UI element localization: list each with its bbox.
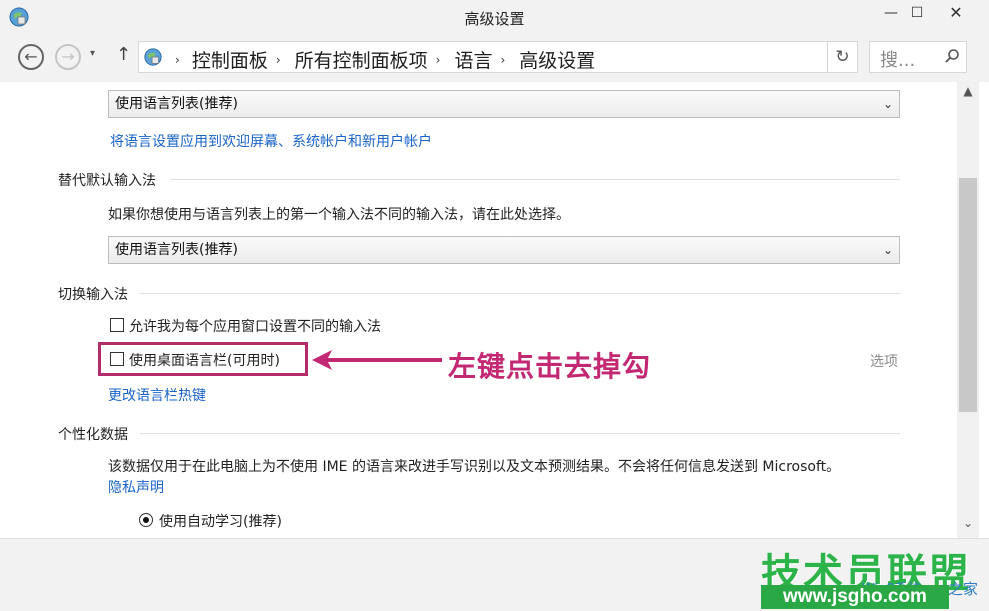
default-input-method-select[interactable]: 使用语言列表(推荐) ⌄ xyxy=(108,236,900,264)
refresh-button[interactable]: ↻ xyxy=(828,41,858,73)
watermark-suffix: 之家 xyxy=(948,580,979,598)
welcome-screen-language-select[interactable]: 使用语言列表(推荐) ⌄ xyxy=(108,90,900,118)
select-value: 使用语言列表(推荐) xyxy=(115,242,238,258)
address-bar[interactable]: › 控制面板 › 所有控制面板项 › 语言 › 高级设置 ⌄ xyxy=(138,41,956,73)
breadcrumb-advanced-settings[interactable]: 高级设置 xyxy=(519,46,595,73)
apply-to-welcome-screen-link[interactable]: 将语言设置应用到欢迎屏幕、系统帐户和新用户帐户 xyxy=(110,131,432,151)
auto-learning-label[interactable]: 使用自动学习(推荐) xyxy=(159,511,282,531)
per-app-input-checkbox[interactable] xyxy=(110,318,124,332)
annotation-text: 左键点击去掉勾 xyxy=(448,350,652,383)
change-language-bar-hotkeys-link[interactable]: 更改语言栏热键 xyxy=(108,385,206,405)
up-button[interactable]: ↑ xyxy=(116,44,131,65)
section-divider xyxy=(170,179,900,180)
search-icon[interactable] xyxy=(944,48,960,64)
language-bar-options-link[interactable]: 选项 xyxy=(870,351,898,371)
section-divider xyxy=(140,433,900,434)
control-panel-icon xyxy=(144,48,162,66)
close-button[interactable]: ✕ xyxy=(930,2,982,26)
maximize-button[interactable]: ☐ xyxy=(902,2,932,26)
personalization-data-heading: 个性化数据 xyxy=(58,427,128,443)
back-button[interactable]: ← xyxy=(18,44,44,70)
privacy-statement-link[interactable]: 隐私声明 xyxy=(108,477,164,497)
navigation-toolbar: ← → ▾ ↑ › 控制面板 › 所有控制面板项 › 语言 › 高级设置 ⌄ ↻… xyxy=(0,34,989,82)
watermark-url: www.jsgho.com xyxy=(761,585,949,609)
breadcrumb-chevron-icon[interactable]: › xyxy=(436,53,441,67)
select-value: 使用语言列表(推荐) xyxy=(115,96,238,112)
scroll-down-icon[interactable]: ⌄ xyxy=(957,516,979,530)
breadcrumb-chevron-icon[interactable]: › xyxy=(276,53,281,67)
breadcrumb: › 控制面板 › 所有控制面板项 › 语言 › 高级设置 xyxy=(173,46,601,73)
title-bar: 高级设置 — ☐ ✕ xyxy=(0,0,989,34)
chevron-down-icon: ⌄ xyxy=(882,243,893,257)
breadcrumb-all-control-panel-items[interactable]: 所有控制面板项 xyxy=(295,46,428,73)
breadcrumb-language[interactable]: 语言 xyxy=(454,46,492,73)
auto-learning-radio[interactable] xyxy=(139,513,153,527)
desktop-language-bar-label[interactable]: 使用桌面语言栏(可用时) xyxy=(129,350,280,370)
scroll-up-icon[interactable]: ▲ xyxy=(957,84,979,98)
settings-content: 使用语言列表(推荐) ⌄ 将语言设置应用到欢迎屏幕、系统帐户和新用户帐户 替代默… xyxy=(0,82,957,538)
search-placeholder[interactable]: 搜... xyxy=(880,46,915,72)
forward-button[interactable]: → xyxy=(55,44,81,70)
window-title: 高级设置 xyxy=(464,10,525,28)
annotation-arrow-icon xyxy=(312,350,442,370)
scrollbar-thumb[interactable] xyxy=(959,178,977,412)
switch-input-method-heading: 切换输入法 xyxy=(58,287,128,303)
desktop-language-bar-checkbox[interactable] xyxy=(110,352,124,366)
breadcrumb-chevron-icon[interactable]: › xyxy=(175,53,180,67)
override-input-method-heading: 替代默认输入法 xyxy=(58,173,156,189)
section-divider xyxy=(140,293,900,294)
override-input-description: 如果你想使用与语言列表上的第一个输入法不同的输入法，请在此处选择。 xyxy=(108,207,570,223)
recent-pages-dropdown-icon[interactable]: ▾ xyxy=(90,48,95,59)
breadcrumb-control-panel[interactable]: 控制面板 xyxy=(192,46,268,73)
vertical-scrollbar[interactable]: ▲ ⌄ xyxy=(957,82,979,538)
personalization-description: 该数据仅用于在此电脑上为不使用 IME 的语言来改进手写识别以及文本预测结果。不… xyxy=(108,459,841,475)
search-box[interactable]: 搜... xyxy=(869,41,967,73)
breadcrumb-chevron-icon[interactable]: › xyxy=(500,53,505,67)
per-app-input-label[interactable]: 允许我为每个应用窗口设置不同的输入法 xyxy=(129,316,381,336)
chevron-down-icon: ⌄ xyxy=(882,97,893,111)
